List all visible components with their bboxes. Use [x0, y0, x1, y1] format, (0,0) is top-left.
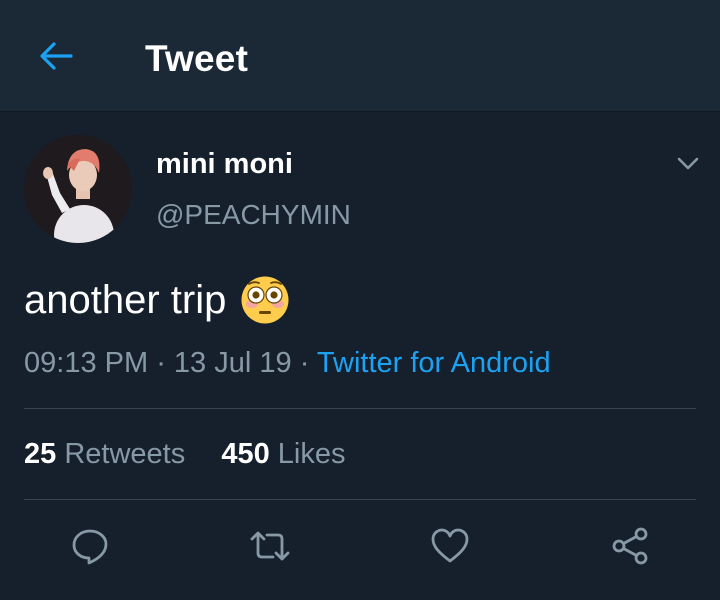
tweet-text: another trip: [24, 275, 290, 325]
share-icon: [610, 526, 650, 571]
reply-icon: [70, 526, 110, 571]
likes-count: 450: [221, 438, 270, 470]
avatar[interactable]: [24, 135, 132, 243]
reply-button[interactable]: [64, 522, 116, 574]
retweets-count: 25: [24, 438, 57, 470]
heart-icon: [430, 526, 470, 571]
arrow-left-icon: [38, 41, 74, 76]
likes-label: Likes: [277, 438, 346, 470]
tweet-text-content: another trip: [24, 277, 227, 322]
divider: [24, 408, 696, 409]
tweet-time: 09:13 PM: [24, 347, 149, 379]
flushed-face-emoji: [240, 275, 290, 325]
tweet-source-link[interactable]: Twitter for Android: [317, 347, 551, 379]
app-header: Tweet: [0, 0, 720, 112]
like-button[interactable]: [424, 522, 476, 574]
tweet-stats: 25 Retweets 450 Likes: [24, 438, 346, 471]
likes-stat[interactable]: 450 Likes: [221, 438, 345, 470]
more-options-button[interactable]: [672, 150, 704, 182]
tweet-actions: [0, 522, 720, 574]
back-button[interactable]: [30, 34, 82, 82]
chevron-down-icon: [677, 157, 699, 176]
retweet-button[interactable]: [244, 522, 296, 574]
retweets-label: Retweets: [64, 438, 186, 470]
tweet-date: 13 Jul 19: [173, 347, 292, 379]
divider: [24, 499, 696, 500]
share-button[interactable]: [604, 522, 656, 574]
retweet-icon: [248, 526, 292, 571]
tweet-meta: 09:13 PM · 13 Jul 19 · Twitter for Andro…: [24, 347, 551, 379]
page-title: Tweet: [145, 38, 249, 79]
display-name[interactable]: mini moni: [156, 148, 293, 181]
user-handle[interactable]: @PEACHYMIN: [156, 199, 351, 231]
retweets-stat[interactable]: 25 Retweets: [24, 438, 193, 470]
